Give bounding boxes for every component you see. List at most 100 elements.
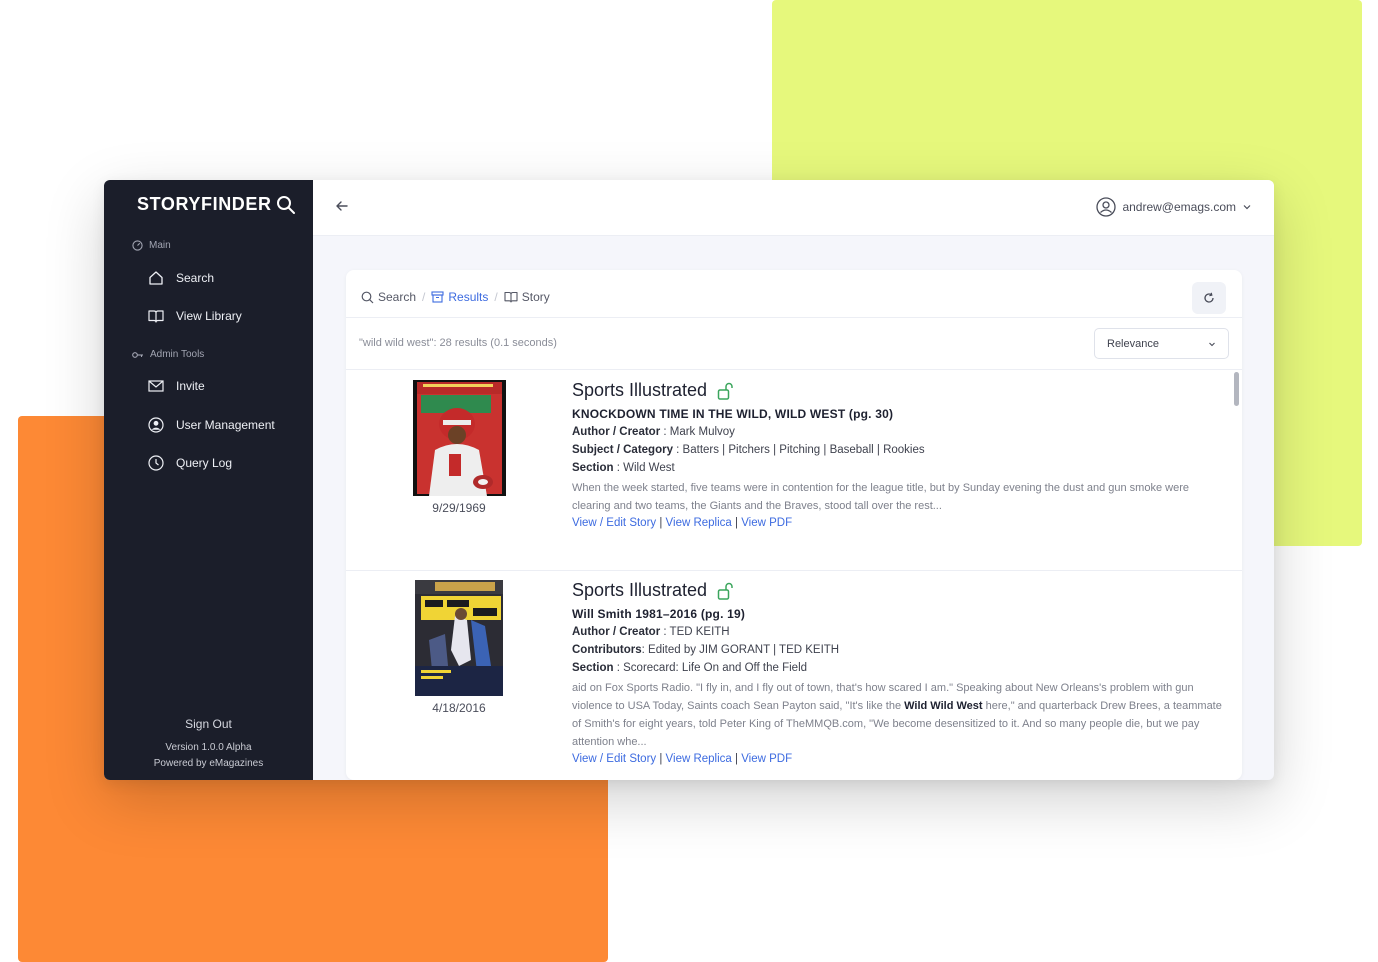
back-button[interactable] xyxy=(335,199,349,218)
magazine-cover-image xyxy=(413,380,506,496)
breadcrumb: Search / Results / Story xyxy=(361,290,550,304)
section-line: Section : Scorecard: Life On and Off the… xyxy=(572,661,1224,675)
result-item: 9/29/1969 Sports Illustrated KNOCKDOWN T… xyxy=(346,370,1242,570)
brand-name: STORYFINDER xyxy=(137,194,272,214)
header-divider xyxy=(346,317,1242,318)
user-circle-icon xyxy=(148,417,164,433)
main-area: andrew@emags.com Search / Results / Stor… xyxy=(313,180,1274,780)
story-headline[interactable]: KNOCKDOWN TIME IN THE WILD, WILD WEST (p… xyxy=(572,407,1224,421)
author-label: Author / Creator xyxy=(572,626,661,638)
user-menu[interactable]: andrew@emags.com xyxy=(1096,197,1252,217)
snippet-highlight: Wild Wild West xyxy=(904,700,983,712)
sort-selected-value: Relevance xyxy=(1107,337,1159,350)
contributors-line: Contributors: Edited by JIM GORANT | TED… xyxy=(572,643,1224,657)
publication-title[interactable]: Sports Illustrated xyxy=(572,580,707,601)
author-line: Author / Creator : TED KEITH xyxy=(572,625,1224,639)
breadcrumb-story[interactable]: Story xyxy=(504,290,550,304)
sort-select[interactable]: Relevance xyxy=(1094,328,1229,359)
version-text: Version 1.0.0 Alpha xyxy=(165,742,252,753)
sidebar-item-label: User Management xyxy=(176,418,275,432)
refresh-icon xyxy=(1204,292,1214,303)
top-bar: andrew@emags.com xyxy=(313,180,1274,236)
magazine-cover-thumbnail[interactable] xyxy=(413,380,506,496)
unlock-icon[interactable] xyxy=(717,382,733,400)
magazine-cover-thumbnail[interactable] xyxy=(415,580,503,696)
section-main: Main xyxy=(132,240,171,251)
sidebar-item-label: View Library xyxy=(176,309,242,323)
results-card: Search / Results / Story "wild wild west… xyxy=(346,270,1242,780)
breadcrumb-search-label: Search xyxy=(378,290,417,304)
subject-label: Subject / Category xyxy=(572,444,673,456)
powered-by-text: Powered by eMagazines xyxy=(153,758,264,769)
mail-icon xyxy=(148,380,164,392)
results-list: 9/29/1969 Sports Illustrated KNOCKDOWN T… xyxy=(346,370,1242,780)
subject-value: : Batters | Pitchers | Pitching | Baseba… xyxy=(672,444,925,456)
search-icon xyxy=(361,291,374,303)
clock-icon xyxy=(148,455,164,471)
chevron-down-icon xyxy=(1243,205,1251,210)
breadcrumb-separator: / xyxy=(494,290,498,304)
breadcrumb-story-label: Story xyxy=(521,290,550,304)
brand-logo[interactable]: STORYFINDER xyxy=(137,194,296,215)
publication-title[interactable]: Sports Illustrated xyxy=(572,380,707,401)
dashboard-icon xyxy=(132,240,143,251)
section-admin-label: Admin Tools xyxy=(150,349,205,360)
sidebar: STORYFINDER Main Search View Library Adm… xyxy=(104,180,313,780)
home-icon xyxy=(149,271,163,285)
section-label: Section xyxy=(572,662,614,674)
results-summary: "wild wild west": 28 results (0.1 second… xyxy=(359,337,557,349)
view-edit-story-link[interactable]: View / Edit Story xyxy=(572,517,656,529)
view-edit-story-link[interactable]: View / Edit Story xyxy=(572,753,656,765)
story-snippet: When the week started, five teams were i… xyxy=(572,482,1189,512)
subject-line: Subject / Category : Batters | Pitchers … xyxy=(572,443,1224,457)
archive-icon xyxy=(431,291,444,303)
breadcrumb-results-label: Results xyxy=(448,290,489,304)
result-details: Sports Illustrated KNOCKDOWN TIME IN THE… xyxy=(572,380,1224,529)
breadcrumb-results[interactable]: Results xyxy=(431,290,488,304)
section-admin: Admin Tools xyxy=(132,349,204,360)
sidebar-item-query-log[interactable]: Query Log xyxy=(148,455,232,471)
breadcrumb-separator: / xyxy=(422,290,426,304)
publication-title-row: Sports Illustrated xyxy=(572,580,1224,601)
magazine-cover-image xyxy=(415,580,503,696)
app-window: STORYFINDER Main Search View Library Adm… xyxy=(104,180,1274,780)
unlock-icon[interactable] xyxy=(717,582,733,600)
section-line: Section : Wild West xyxy=(572,461,1224,475)
section-main-label: Main xyxy=(149,240,171,251)
breadcrumb-search[interactable]: Search xyxy=(361,290,416,304)
sidebar-item-user-management[interactable]: User Management xyxy=(148,417,275,433)
author-line: Author / Creator : Mark Mulvoy xyxy=(572,425,1224,439)
result-item: 4/18/2016 Sports Illustrated Will Smith … xyxy=(346,570,1242,780)
version-info: Version 1.0.0 Alpha Powered by eMagazine… xyxy=(104,740,313,772)
view-pdf-link[interactable]: View PDF xyxy=(741,517,792,529)
author-value: : Mark Mulvoy xyxy=(660,426,735,438)
refresh-button[interactable] xyxy=(1192,282,1226,314)
chevron-down-icon xyxy=(1209,342,1215,346)
sidebar-item-invite[interactable]: Invite xyxy=(148,379,205,393)
publication-date: 9/29/1969 xyxy=(432,501,486,515)
publication-title-row: Sports Illustrated xyxy=(572,380,1224,401)
view-replica-link[interactable]: View Replica xyxy=(666,517,732,529)
sidebar-item-label: Invite xyxy=(176,379,205,393)
author-label: Author / Creator xyxy=(572,426,661,438)
book-icon xyxy=(148,310,164,323)
result-details: Sports Illustrated Will Smith 1981–2016 … xyxy=(572,580,1224,765)
view-pdf-link[interactable]: View PDF xyxy=(741,753,792,765)
sidebar-item-label: Query Log xyxy=(176,456,233,470)
sidebar-item-view-library[interactable]: View Library xyxy=(148,308,242,324)
contributors-label: Contributors xyxy=(572,644,642,656)
sidebar-item-search[interactable]: Search xyxy=(148,270,214,286)
story-headline[interactable]: Will Smith 1981–2016 (pg. 19) xyxy=(572,607,1224,621)
arrow-left-icon xyxy=(336,201,348,211)
results-scrollbar[interactable] xyxy=(1234,372,1239,406)
search-icon xyxy=(276,195,295,214)
user-avatar-icon xyxy=(1096,197,1117,217)
author-value: : TED KEITH xyxy=(660,626,730,638)
section-value: : Scorecard: Life On and Off the Field xyxy=(613,662,808,674)
user-email: andrew@emags.com xyxy=(1122,200,1236,214)
sign-out-link[interactable]: Sign Out xyxy=(104,717,313,731)
publication-date: 4/18/2016 xyxy=(432,701,486,715)
view-replica-link[interactable]: View Replica xyxy=(666,753,732,765)
sidebar-item-label: Search xyxy=(176,271,215,285)
section-label: Section xyxy=(572,462,614,474)
